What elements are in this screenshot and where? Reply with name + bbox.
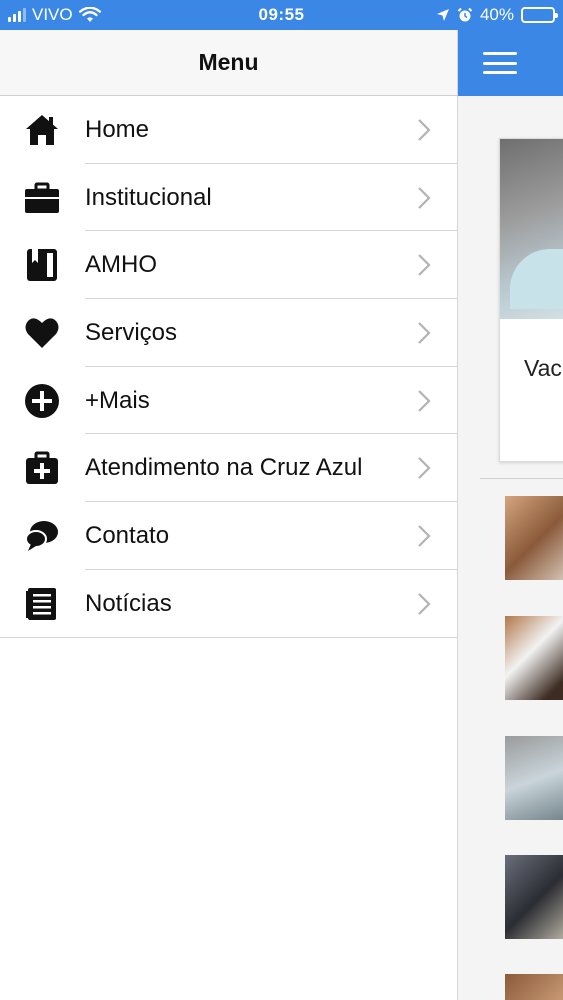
news-thumbnail[interactable]: [505, 616, 563, 700]
heart-icon: [23, 314, 61, 352]
chevron-right-icon: [418, 457, 431, 480]
news-thumbnail[interactable]: [505, 855, 563, 939]
news-thumbnail[interactable]: [505, 496, 563, 580]
chevron-right-icon: [418, 322, 431, 344]
medkit-icon: [23, 449, 61, 487]
chevron-right-icon: [418, 592, 431, 615]
content-divider: [480, 478, 563, 479]
book-icon: [23, 246, 61, 284]
menu-item-amho[interactable]: AMHO: [0, 231, 457, 299]
menu-item-label: Contato: [85, 521, 170, 549]
menu-title: Menu: [198, 49, 259, 75]
alarm-icon: [457, 7, 473, 22]
status-bar: VIVO 09:55 40%: [0, 0, 563, 30]
menu-item-home[interactable]: Home: [0, 96, 457, 164]
chevron-right-icon: [418, 186, 431, 209]
battery-percent: 40%: [479, 5, 514, 24]
menu-item-mais[interactable]: +Mais: [0, 367, 457, 435]
menu-item-atendimento-cruz-azul[interactable]: Atendimento na Cruz Azul: [0, 434, 457, 502]
menu-item-label: AMHO: [85, 251, 157, 279]
menu-item-label: Atendimento na Cruz Azul: [85, 454, 363, 482]
featured-news-card[interactable]: Vac: [499, 138, 563, 462]
featured-news-image: [500, 139, 563, 319]
menu-item-noticias[interactable]: Notícias: [0, 570, 457, 638]
battery-icon: [521, 7, 558, 23]
hamburger-menu-icon[interactable]: [483, 52, 517, 74]
side-menu: Menu Home Institucional AMHO Serviços +M…: [0, 30, 458, 1000]
chevron-right-icon: [418, 119, 431, 141]
menu-item-institucional[interactable]: Institucional: [0, 164, 457, 232]
featured-news-title: Vac: [524, 355, 562, 381]
status-right: 40%: [436, 5, 558, 25]
app-header: [458, 30, 563, 96]
menu-item-label: Institucional: [85, 183, 212, 211]
menu-item-label: Serviços: [85, 318, 178, 346]
newspaper-icon: [23, 585, 61, 623]
menu-item-label: Notícias: [85, 589, 172, 617]
chevron-right-icon: [418, 525, 431, 547]
menu-header: Menu: [0, 30, 457, 96]
news-thumbnail[interactable]: [505, 974, 563, 1000]
menu-item-contato[interactable]: Contato: [0, 502, 457, 570]
menu-item-label: +Mais: [85, 386, 150, 414]
chat-bubbles-icon: [23, 517, 61, 555]
plus-circle-icon: [23, 382, 61, 420]
news-thumbnail[interactable]: [505, 736, 563, 820]
home-icon: [23, 111, 61, 149]
chevron-right-icon: [418, 389, 431, 412]
menu-item-servicos[interactable]: Serviços: [0, 299, 457, 367]
menu-item-label: Home: [85, 115, 150, 143]
briefcase-icon: [23, 179, 61, 217]
menu-list: Home Institucional AMHO Serviços +Mais A…: [0, 96, 457, 638]
chevron-right-icon: [418, 254, 431, 276]
location-arrow-icon: [436, 9, 449, 21]
main-content: Vac: [458, 30, 563, 1000]
